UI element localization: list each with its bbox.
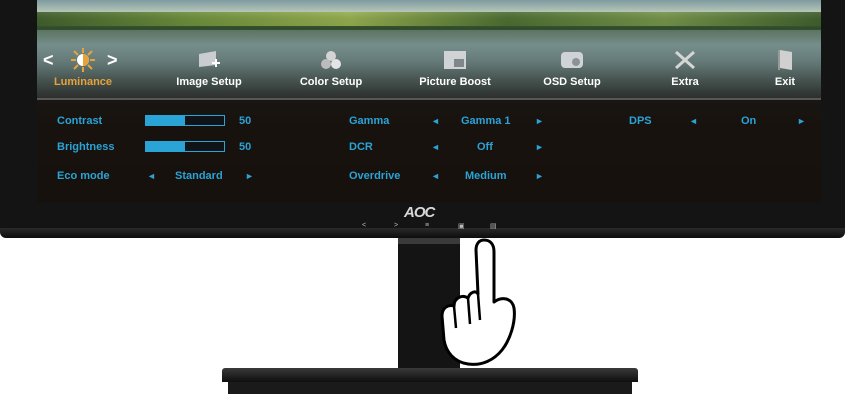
bezel-right-button[interactable]: > — [394, 222, 398, 229]
overdrive-label: Overdrive — [349, 170, 401, 182]
tab-picture-boost-label: Picture Boost — [419, 76, 491, 88]
osd-menu-bar: < > Luminance Image Setup Color Setup Pi… — [37, 40, 821, 98]
tab-picture-boost[interactable]: Picture Boost — [413, 40, 497, 98]
contrast-value: 50 — [239, 115, 252, 127]
tab-osd-setup[interactable]: OSD Setup — [537, 40, 607, 98]
eco-mode-right-arrow[interactable]: ► — [245, 171, 254, 181]
tab-image-setup-label: Image Setup — [176, 76, 242, 88]
tab-luminance-label: Luminance — [53, 76, 113, 88]
tab-color-setup-label: Color Setup — [299, 76, 363, 88]
aoc-logo: AOC — [404, 204, 435, 221]
brightness-slider[interactable] — [145, 141, 225, 152]
dcr-label: DCR — [349, 141, 373, 153]
tab-extra-label: Extra — [671, 76, 699, 88]
overdrive-right-arrow[interactable]: ► — [535, 171, 544, 181]
sun-icon — [71, 48, 95, 72]
dps-left-arrow[interactable]: ◄ — [689, 116, 698, 126]
contrast-slider-fill — [146, 116, 185, 125]
dps-label: DPS — [629, 115, 652, 127]
bezel-auto-button[interactable]: ▣ — [458, 222, 465, 230]
overdrive-left-arrow[interactable]: ◄ — [431, 171, 440, 181]
contrast-label: Contrast — [57, 115, 103, 127]
color-setup-icon — [321, 51, 341, 69]
tab-osd-setup-label: OSD Setup — [543, 76, 601, 88]
dcr-right-arrow[interactable]: ► — [535, 142, 544, 152]
contrast-slider[interactable] — [145, 115, 225, 126]
dps-value: On — [741, 115, 757, 127]
tab-extra[interactable]: Extra — [655, 40, 715, 98]
osd-screen: < > Luminance Image Setup Color Setup Pi… — [37, 0, 821, 203]
pointing-hand-icon — [440, 238, 516, 366]
dcr-left-arrow[interactable]: ◄ — [431, 142, 440, 152]
eco-mode-value: Standard — [175, 170, 223, 182]
extra-icon — [675, 50, 695, 70]
dcr-value: Off — [477, 141, 493, 153]
brightness-slider-fill — [146, 142, 185, 151]
bezel-menu-button[interactable]: ≡ — [425, 222, 429, 229]
gamma-value: Gamma 1 — [461, 115, 511, 127]
gamma-right-arrow[interactable]: ► — [535, 116, 544, 126]
eco-mode-left-arrow[interactable]: ◄ — [147, 171, 156, 181]
exit-icon — [778, 50, 792, 70]
gamma-left-arrow[interactable]: ◄ — [431, 116, 440, 126]
tab-image-setup[interactable]: Image Setup — [169, 40, 249, 98]
luminance-settings-panel: Contrast 50 Brightness 50 Eco mode ◄ Sta… — [37, 100, 821, 203]
bezel-power-button[interactable]: ▤ — [490, 222, 497, 230]
gamma-label: Gamma — [349, 115, 390, 127]
tab-exit[interactable]: Exit — [765, 40, 805, 98]
bezel-left-button[interactable]: < — [362, 222, 366, 229]
tab-luminance[interactable]: Luminance — [47, 40, 119, 98]
eco-mode-label: Eco mode — [57, 170, 110, 182]
brightness-value: 50 — [239, 141, 252, 153]
monitor-bezel-bottom — [0, 228, 845, 238]
background-landscape — [37, 12, 821, 26]
osd-setup-icon — [561, 52, 583, 68]
monitor-stand-foot — [228, 382, 632, 394]
overdrive-value: Medium — [465, 170, 507, 182]
tab-exit-label: Exit — [774, 76, 796, 88]
picture-boost-icon — [444, 51, 466, 69]
tab-color-setup[interactable]: Color Setup — [293, 40, 369, 98]
monitor-stand-base — [222, 368, 638, 382]
image-setup-icon — [199, 51, 220, 67]
dps-right-arrow[interactable]: ► — [797, 116, 806, 126]
brightness-label: Brightness — [57, 141, 115, 153]
